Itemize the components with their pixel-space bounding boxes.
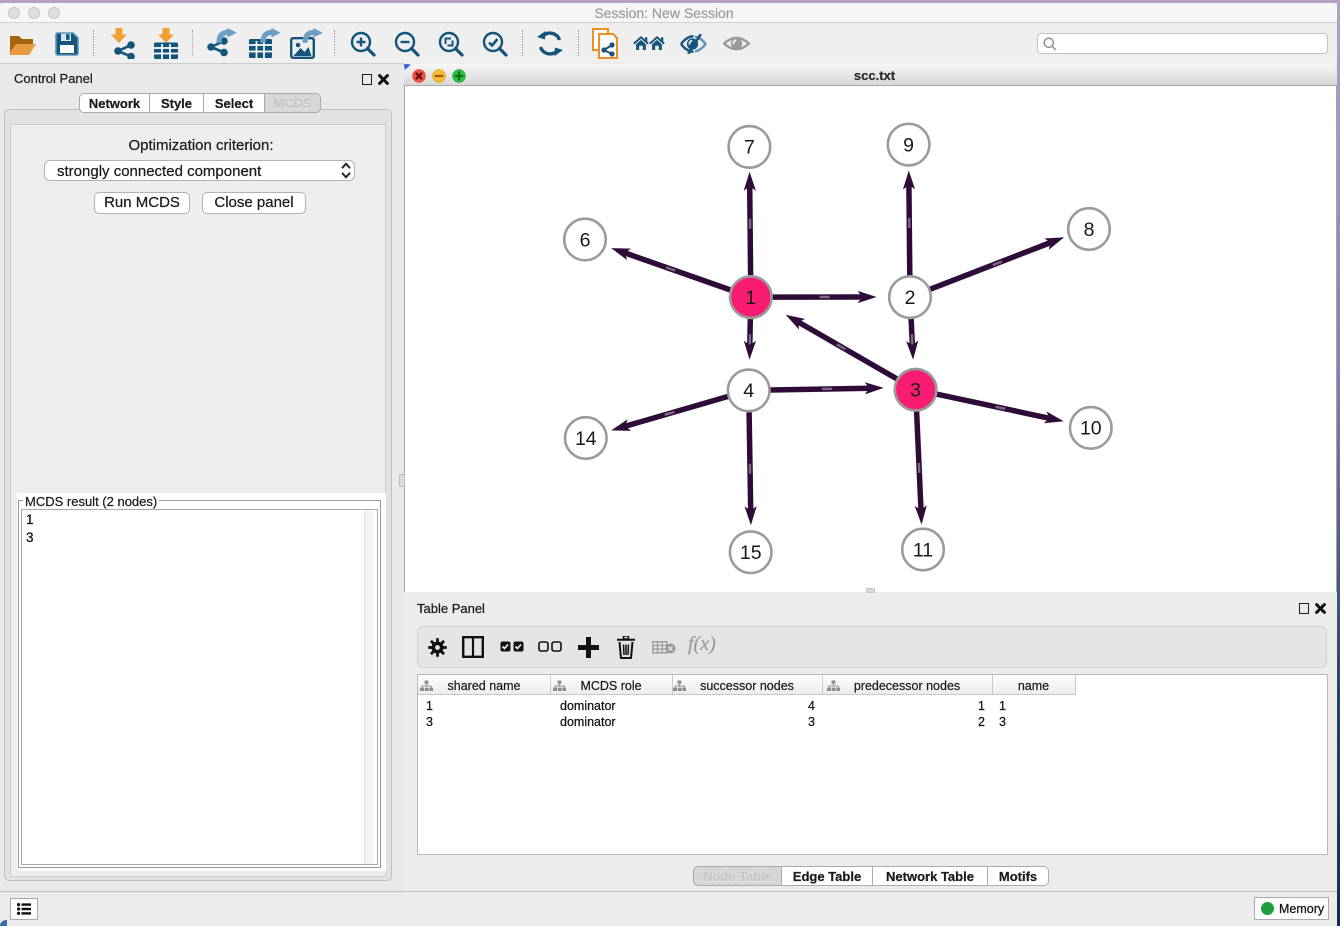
svg-text:6: 6	[580, 229, 591, 251]
svg-text:2: 2	[905, 287, 916, 309]
svg-text:11: 11	[913, 539, 933, 561]
svg-text:15: 15	[740, 542, 762, 564]
svg-text:10: 10	[1080, 418, 1102, 440]
svg-text:14: 14	[575, 428, 597, 450]
svg-text:9: 9	[903, 134, 914, 156]
svg-text:1: 1	[745, 287, 756, 309]
svg-text:4: 4	[743, 380, 754, 402]
svg-text:8: 8	[1084, 219, 1095, 241]
svg-text:3: 3	[910, 380, 921, 402]
svg-text:7: 7	[744, 137, 755, 159]
